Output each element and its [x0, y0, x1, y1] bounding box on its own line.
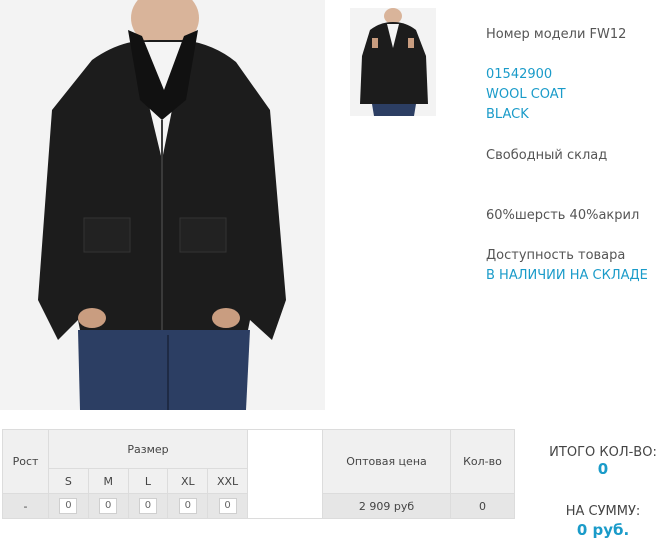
total-sum-label-text: НА СУММУ: — [565, 504, 641, 519]
availability-status: В НАЛИЧИИ НА СКЛАДЕ — [486, 268, 648, 283]
total-qty-value: 0 — [536, 459, 660, 478]
availability-label: Доступность товара — [486, 248, 626, 263]
size-l: L — [127, 468, 169, 494]
total-qty-label-text: ИТОГО КОЛ-ВО: — [549, 445, 657, 460]
price-value: 2 909 руб — [322, 493, 451, 519]
qty-cell-l: 0 — [127, 493, 169, 519]
qty-value: 0 — [450, 493, 515, 519]
qty-input-xl[interactable]: 0 — [178, 498, 197, 514]
qty-cell-xxl: 0 — [207, 493, 248, 519]
qty-input-m[interactable]: 0 — [99, 498, 118, 514]
qty-cell-xl: 0 — [167, 493, 209, 519]
product-color: BLACK — [486, 107, 529, 122]
product-name: WOOL COAT — [486, 87, 566, 102]
qty-cell-m: 0 — [87, 493, 129, 519]
size-xl: XL — [167, 468, 209, 494]
model-number: Номер модели FW12 — [486, 27, 627, 42]
size-m: M — [87, 468, 129, 494]
product-thumbnail[interactable] — [350, 8, 436, 116]
total-qty-label: ИТОГО КОЛ-ВО: — [536, 441, 660, 460]
product-code: 01542900 — [486, 67, 553, 82]
total-sum-label: НА СУММУ: — [536, 500, 660, 519]
rost-value: - — [2, 493, 49, 519]
price-header: Оптовая цена — [322, 429, 451, 494]
product-photo-main — [0, 0, 325, 410]
material-composition: 60%шерсть 40%акрил — [486, 208, 640, 223]
qty-input-s[interactable]: 0 — [59, 498, 78, 514]
size-s: S — [48, 468, 89, 494]
qty-input-l[interactable]: 0 — [138, 498, 157, 514]
total-sum-value-text: 0 руб. — [576, 521, 630, 539]
size-xxl: XXL — [207, 468, 248, 494]
total-sum-value: 0 руб. — [536, 520, 660, 539]
rost-header: Рост — [2, 429, 49, 494]
size-header: Размер — [48, 429, 248, 469]
blank-cell — [247, 429, 323, 519]
order-table: Рост Размер Оптовая цена Кол-во S M L XL… — [2, 429, 515, 519]
qty-header: Кол-во — [450, 429, 515, 494]
qty-cell-s: 0 — [48, 493, 89, 519]
warehouse-label: Свободный склад — [486, 148, 608, 163]
qty-input-xxl[interactable]: 0 — [218, 498, 237, 514]
total-qty-value-text: 0 — [597, 460, 609, 478]
